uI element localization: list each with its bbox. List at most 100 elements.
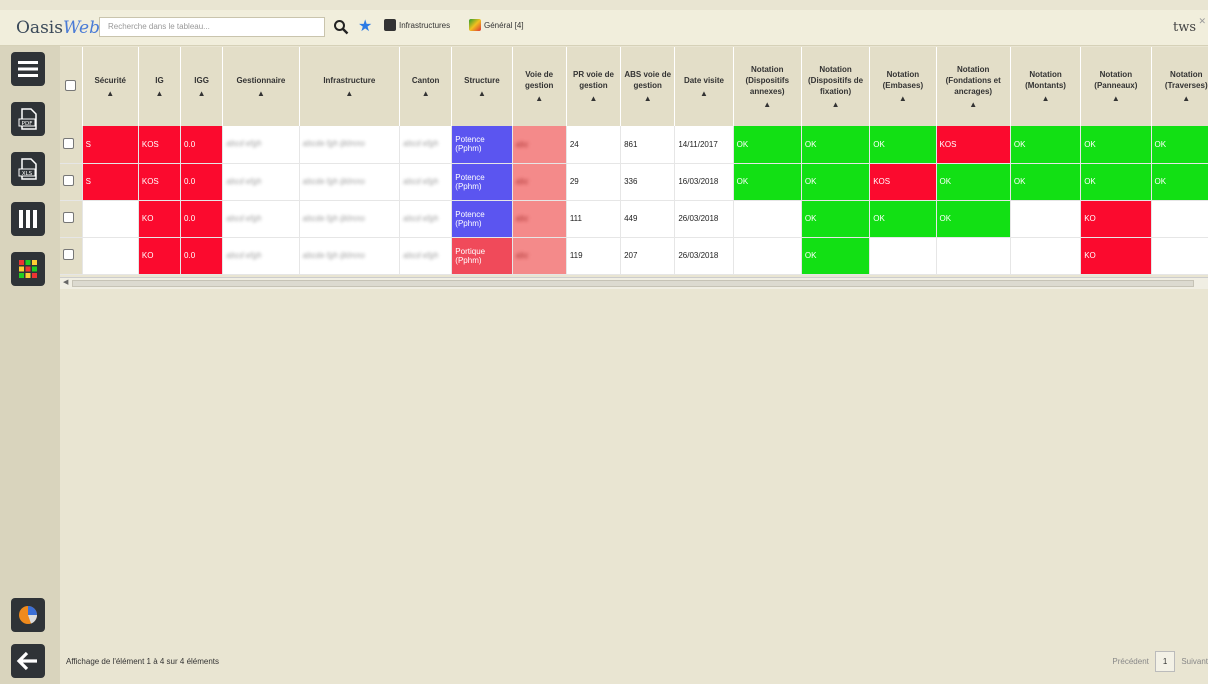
- heatmap-icon: [19, 260, 37, 278]
- table-cell: [733, 200, 802, 238]
- sort-arrow-icon[interactable]: ▲: [569, 93, 618, 104]
- sort-arrow-icon[interactable]: ▲: [1154, 93, 1208, 104]
- pie-chart-icon: [19, 606, 38, 624]
- column-header[interactable]: Gestionnaire ▲: [222, 47, 300, 126]
- data-table: Sécurité ▲ IG ▲ IGG ▲ Gestionnaire ▲ Infrastruct…: [60, 47, 1208, 275]
- row-checkbox-cell[interactable]: [60, 126, 83, 164]
- hamburger-icon: [18, 61, 38, 77]
- column-header[interactable]: Notation (Dispositifs de fixation) ▲: [801, 47, 871, 126]
- checkbox[interactable]: [63, 137, 74, 149]
- column-header[interactable]: Notation (Montants) ▲: [1010, 47, 1082, 126]
- page-1-button[interactable]: 1: [1154, 651, 1176, 672]
- column-header[interactable]: Infrastructure ▲: [299, 47, 401, 126]
- table-cell: OK: [936, 163, 1011, 201]
- table-cell: KOS: [869, 163, 937, 201]
- row-checkbox-cell[interactable]: [60, 163, 83, 201]
- column-label: Infrastructure: [323, 75, 376, 85]
- column-label: Notation (Embases): [882, 70, 924, 90]
- favorite-star-icon[interactable]: ★: [358, 17, 372, 35]
- column-header[interactable]: Canton ▲: [399, 47, 453, 126]
- column-header[interactable]: Notation (Panneaux) ▲: [1080, 47, 1152, 126]
- table-cell: 26/03/2018: [674, 237, 734, 275]
- select-all-checkbox[interactable]: [60, 47, 83, 126]
- sort-arrow-icon[interactable]: ▲: [225, 88, 296, 99]
- checkbox[interactable]: [65, 79, 77, 91]
- table-cell: abcd efgh: [222, 200, 300, 238]
- column-header[interactable]: Structure ▲: [451, 47, 513, 126]
- sort-arrow-icon[interactable]: ▲: [1083, 93, 1148, 104]
- checkbox[interactable]: [63, 249, 74, 260]
- close-icon[interactable]: ✕: [1198, 17, 1206, 27]
- sort-arrow-icon[interactable]: ▲: [141, 88, 178, 99]
- svg-text:PDF: PDF: [22, 121, 33, 127]
- horizontal-scrollbar[interactable]: ◀: [60, 277, 1208, 289]
- column-header[interactable]: ABS voie de gestion ▲: [620, 47, 676, 126]
- table-row[interactable]: KO 0.0 abcd efgh abcde fgh ijklmno abcd efgh…: [60, 200, 1208, 238]
- column-header[interactable]: Notation (Fondations et ancrages) ▲: [936, 47, 1011, 126]
- table-cell: 336: [620, 163, 676, 201]
- table-cell: abcd efgh: [222, 237, 300, 275]
- table-cell: KOS: [138, 163, 182, 201]
- table-cell: abcd efgh: [399, 200, 453, 238]
- column-header[interactable]: IG ▲: [138, 47, 182, 126]
- general-chip[interactable]: Général [4]: [469, 19, 524, 31]
- checkbox[interactable]: [63, 212, 74, 223]
- sort-arrow-icon[interactable]: ▲: [677, 88, 730, 99]
- sort-arrow-icon[interactable]: ▲: [402, 88, 449, 99]
- checkbox[interactable]: [63, 175, 74, 186]
- row-checkbox-cell[interactable]: [60, 200, 83, 238]
- search-icon[interactable]: [333, 19, 349, 35]
- search-input[interactable]: Recherche dans le tableau...: [99, 17, 325, 37]
- columns-button[interactable]: [11, 202, 45, 236]
- column-header[interactable]: Date visite ▲: [674, 47, 734, 126]
- table-cell: abcd efgh: [399, 126, 453, 164]
- table-cell: abc: [512, 163, 567, 201]
- columns-icon: [19, 210, 37, 228]
- sort-arrow-icon[interactable]: ▲: [1013, 93, 1078, 104]
- export-xls-button[interactable]: XLS: [11, 152, 45, 186]
- heatmap-button[interactable]: [11, 252, 45, 286]
- table-cell: KO: [1080, 200, 1152, 238]
- column-header[interactable]: Notation (Dispositifs annexes) ▲: [733, 47, 802, 126]
- sort-arrow-icon[interactable]: ▲: [85, 88, 136, 99]
- table-cell: KO: [138, 237, 182, 275]
- column-header[interactable]: Notation (Embases) ▲: [869, 47, 937, 126]
- sort-arrow-icon[interactable]: ▲: [804, 99, 867, 110]
- back-button[interactable]: [11, 644, 45, 678]
- next-page-button[interactable]: Suivant: [1181, 657, 1208, 666]
- user-label[interactable]: tws: [1173, 20, 1196, 35]
- column-header[interactable]: Sécurité ▲: [82, 47, 139, 126]
- table-cell: [82, 237, 139, 275]
- prev-page-button[interactable]: Précédent: [1112, 657, 1148, 666]
- scrollbar-thumb[interactable]: [72, 280, 1194, 287]
- sidebar: PDF XLS: [0, 46, 60, 684]
- table-row[interactable]: S KOS 0.0 abcd efgh abcde fgh ijklmno abcd ef…: [60, 126, 1208, 164]
- sort-arrow-icon[interactable]: ▲: [515, 93, 564, 104]
- table-cell: 0.0: [180, 237, 224, 275]
- sort-arrow-icon[interactable]: ▲: [736, 99, 799, 110]
- xls-icon: XLS: [18, 158, 37, 180]
- row-checkbox-cell[interactable]: [60, 237, 83, 275]
- column-header[interactable]: PR voie de gestion ▲: [566, 47, 622, 126]
- sort-arrow-icon[interactable]: ▲: [183, 88, 220, 99]
- column-label: Voie de gestion: [524, 70, 554, 90]
- column-header[interactable]: Notation (Traverses) ▲: [1151, 47, 1208, 126]
- sort-arrow-icon[interactable]: ▲: [939, 99, 1008, 110]
- sort-arrow-icon[interactable]: ▲: [623, 93, 672, 104]
- infrastructures-chip[interactable]: Infrastructures: [384, 19, 450, 31]
- table-cell: S: [82, 126, 139, 164]
- table-cell: OK: [1151, 126, 1208, 164]
- table-row[interactable]: KO 0.0 abcd efgh abcde fgh ijklmno abcd efgh…: [60, 237, 1208, 275]
- sort-arrow-icon[interactable]: ▲: [872, 93, 933, 104]
- column-header[interactable]: IGG ▲: [180, 47, 224, 126]
- stats-button[interactable]: [11, 598, 45, 632]
- table-cell: S: [82, 163, 139, 201]
- sort-arrow-icon[interactable]: ▲: [302, 88, 397, 99]
- table-row[interactable]: S KOS 0.0 abcd efgh abcde fgh ijklmno abcd ef…: [60, 163, 1208, 201]
- scroll-left-icon[interactable]: ◀: [63, 278, 68, 286]
- sort-arrow-icon[interactable]: ▲: [454, 88, 509, 99]
- menu-button[interactable]: [11, 52, 45, 86]
- export-pdf-button[interactable]: PDF: [11, 102, 45, 136]
- column-header[interactable]: Voie de gestion ▲: [512, 47, 567, 126]
- column-label: Notation (Dispositifs annexes): [745, 64, 790, 96]
